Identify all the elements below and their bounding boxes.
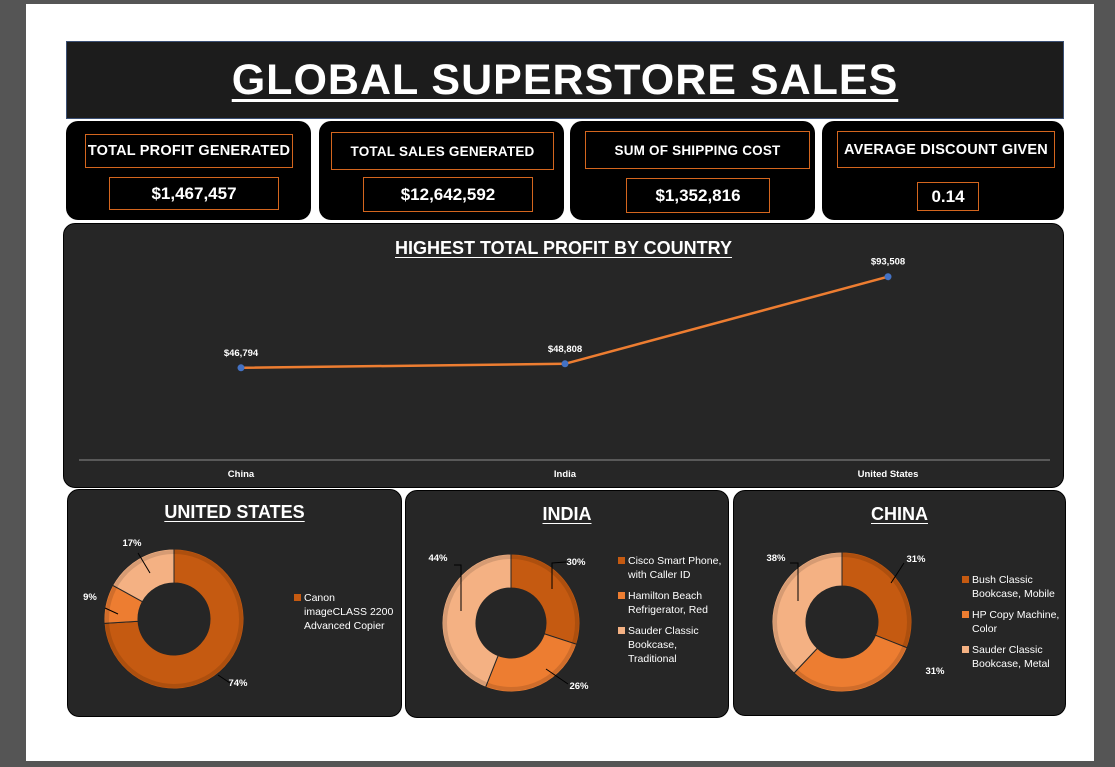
legend-item: Hamilton Beach Refrigerator, Red (618, 589, 726, 617)
donut-legend: Cisco Smart Phone, with Caller ID Hamilt… (618, 554, 726, 673)
kpi-value: $1,467,457 (109, 177, 279, 210)
legend-item: Bush Classic Bookcase, Mobile (962, 573, 1065, 601)
data-label: $93,508 (871, 257, 905, 268)
donut-legend: Canon imageCLASS 2200 Advanced Copier (294, 591, 399, 640)
slice-label: 26% (569, 681, 589, 692)
data-point (237, 364, 245, 372)
page-title: GLOBAL SUPERSTORE SALES (231, 55, 899, 104)
legend-item: Canon imageCLASS 2200 Advanced Copier (294, 591, 399, 633)
donut-panel-india: INDIA 30% 26% 44% Cisco Smart Phone, with … (405, 490, 729, 718)
legend-label: Canon imageCLASS 2200 Advanced Copier (304, 592, 394, 632)
legend-swatch (618, 557, 625, 564)
slice-label: 30% (566, 557, 586, 568)
kpi-value: $1,352,816 (626, 178, 770, 213)
data-point (884, 273, 892, 281)
legend-item: Cisco Smart Phone, with Caller ID (618, 554, 726, 582)
donut-panel-china: CHINA 31% 31% 38% Bush Classic Bookcase, M… (733, 490, 1066, 716)
legend-item: Sauder Classic Bookcase, Traditional (618, 624, 726, 666)
data-label: $48,808 (548, 344, 582, 355)
legend-label: HP Copy Machine, Color (972, 609, 1060, 635)
legend-swatch (962, 611, 969, 618)
legend-label: Cisco Smart Phone, with Caller ID (628, 555, 722, 581)
legend-label: Hamilton Beach Refrigerator, Red (628, 590, 708, 616)
donut-legend: Bush Classic Bookcase, Mobile HP Copy Ma… (962, 573, 1065, 678)
kpi-label: TOTAL PROFIT GENERATED (85, 134, 293, 168)
profit-by-country-panel: HIGHEST TOTAL PROFIT BY COUNTRY $46,794 C… (63, 223, 1064, 488)
donut-panel-united-states: UNITED STATES 74% 9% 17% Canon imageCLASS … (67, 489, 402, 717)
legend-swatch (294, 594, 301, 601)
legend-swatch (962, 646, 969, 653)
legend-label: Sauder Classic Bookcase, Traditional (628, 625, 699, 665)
data-label: $46,794 (224, 348, 259, 359)
kpi-card-total-profit: TOTAL PROFIT GENERATED $1,467,457 (66, 121, 311, 220)
kpi-card-average-discount: AVERAGE DISCOUNT GIVEN 0.14 (822, 121, 1064, 220)
legend-item: HP Copy Machine, Color (962, 608, 1065, 636)
slice-label: 44% (428, 553, 448, 564)
legend-label: Bush Classic Bookcase, Mobile (972, 574, 1055, 600)
legend-swatch (618, 627, 625, 634)
slice-label: 38% (766, 553, 786, 564)
slice-label: 9% (83, 592, 97, 603)
legend-swatch (618, 592, 625, 599)
slice-label: 74% (228, 678, 248, 689)
kpi-label: SUM OF SHIPPING COST (585, 131, 810, 169)
data-point (561, 360, 569, 368)
kpi-card-total-sales: TOTAL SALES GENERATED $12,642,592 (319, 121, 564, 220)
x-tick-label: India (554, 469, 577, 480)
slice-label: 31% (906, 554, 926, 565)
slice-label: 17% (122, 538, 142, 549)
legend-item: Sauder Classic Bookcase, Metal (962, 643, 1065, 671)
kpi-value: 0.14 (917, 182, 979, 211)
slice-label: 31% (925, 666, 945, 677)
legend-swatch (962, 576, 969, 583)
kpi-label: AVERAGE DISCOUNT GIVEN (837, 131, 1055, 168)
x-tick-label: China (228, 469, 255, 480)
legend-label: Sauder Classic Bookcase, Metal (972, 644, 1050, 670)
kpi-value: $12,642,592 (363, 177, 533, 212)
kpi-label: TOTAL SALES GENERATED (331, 132, 554, 170)
kpi-card-shipping-cost: SUM OF SHIPPING COST $1,352,816 (570, 121, 815, 220)
x-tick-label: United States (858, 469, 919, 480)
line-chart: $46,794 China $48,808 India $93,508 United St… (79, 257, 1050, 480)
title-banner: GLOBAL SUPERSTORE SALES (66, 41, 1064, 119)
